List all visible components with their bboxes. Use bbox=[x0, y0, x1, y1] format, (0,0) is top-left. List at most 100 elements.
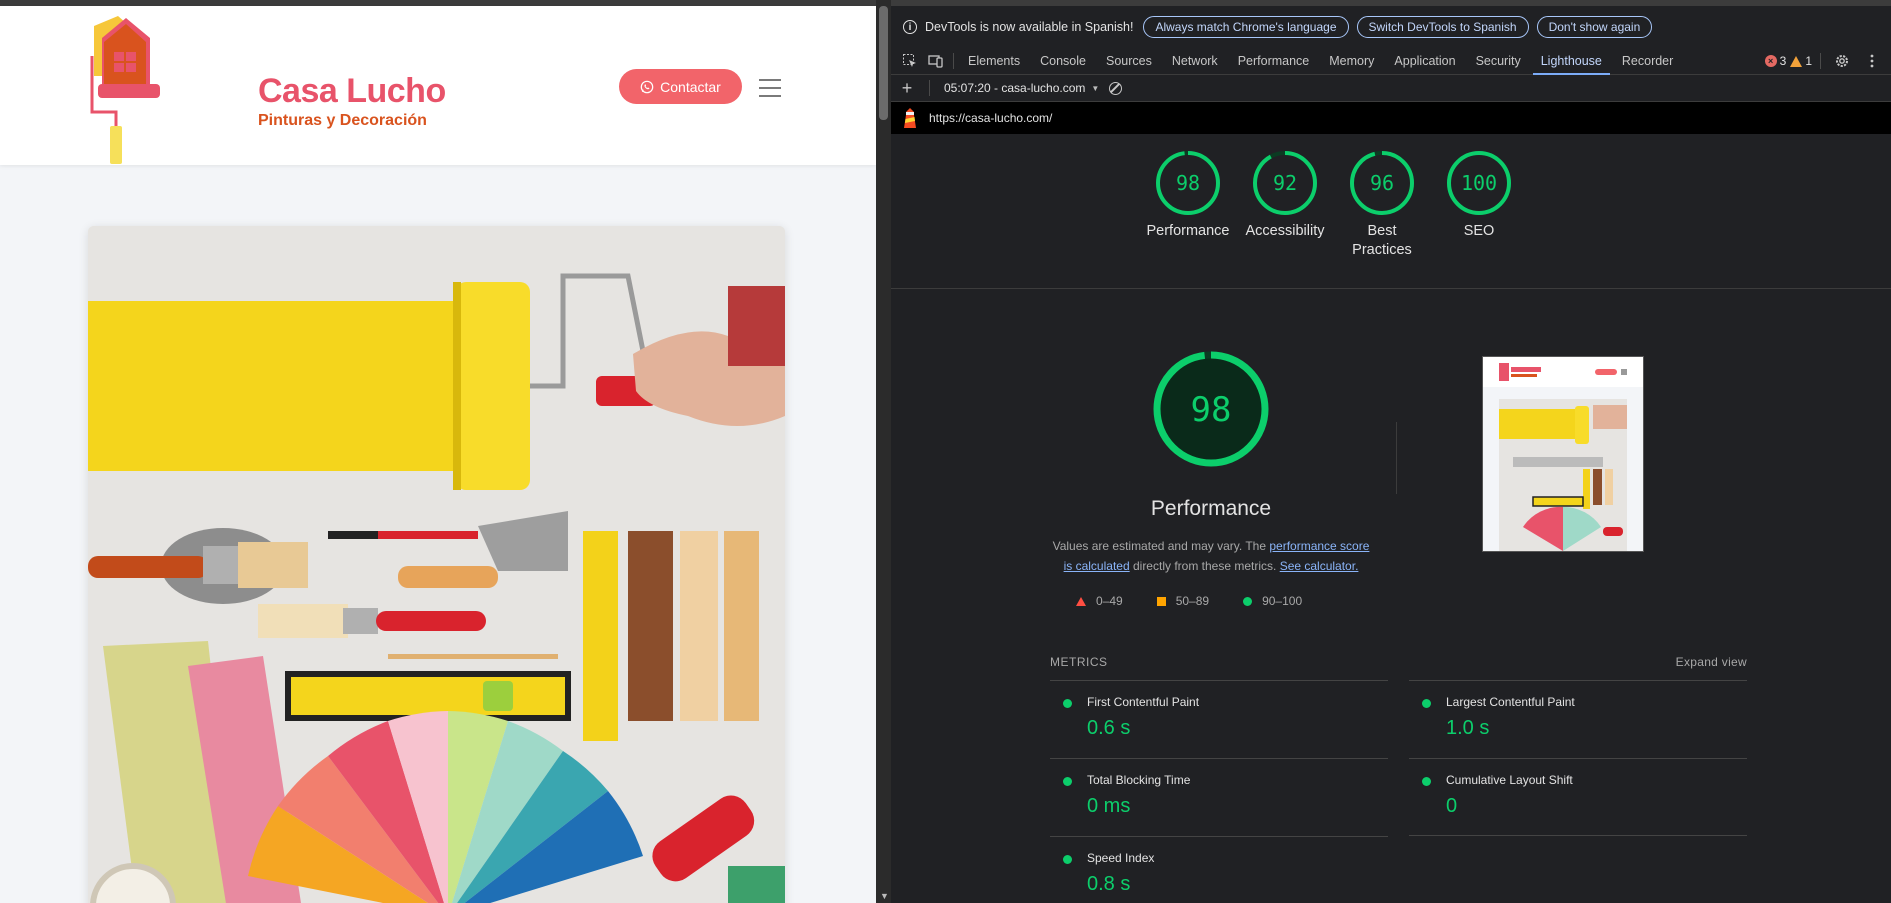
tab-network[interactable]: Network bbox=[1162, 48, 1228, 75]
metric-cls: Cumulative Layout Shift 0 bbox=[1409, 758, 1747, 836]
orange-square-icon bbox=[1156, 596, 1166, 606]
section-divider bbox=[891, 288, 1891, 289]
metric-name: Speed Index bbox=[1087, 851, 1155, 865]
report-select-value: 05:07:20 - casa-lucho.com bbox=[944, 81, 1086, 95]
site-header: Casa Lucho Pinturas y Decoración Contact… bbox=[0, 6, 876, 165]
gauge-score: 92 bbox=[1273, 171, 1297, 195]
lighthouse-url-bar: https://casa-lucho.com/ bbox=[891, 102, 1891, 134]
scrollbar-thumb[interactable] bbox=[879, 6, 888, 120]
whatsapp-icon bbox=[640, 80, 654, 93]
site-logo[interactable]: Casa Lucho Pinturas y Decoración bbox=[88, 16, 446, 166]
lighthouse-logo-icon bbox=[904, 108, 916, 128]
lighthouse-report: 98 Performance 92 Accessibility 96 Best bbox=[891, 134, 1891, 903]
metric-tbt: Total Blocking Time 0 ms bbox=[1050, 758, 1388, 836]
devtools-scrollbar[interactable] bbox=[1887, 102, 1891, 134]
legend-fail: 0–49 bbox=[1076, 594, 1123, 608]
menu-hamburger-icon[interactable] bbox=[759, 79, 781, 97]
tab-security[interactable]: Security bbox=[1466, 48, 1531, 75]
metric-name: Cumulative Layout Shift bbox=[1446, 773, 1573, 787]
legend-average: 50–89 bbox=[1156, 594, 1210, 608]
gauge-score: 96 bbox=[1370, 171, 1394, 195]
tab-memory[interactable]: Memory bbox=[1319, 48, 1384, 75]
warning-icon bbox=[1790, 55, 1803, 67]
devtools-panel: i DevTools is now available in Spanish! … bbox=[891, 0, 1891, 903]
new-report-plus-icon[interactable]: + bbox=[899, 78, 915, 99]
report-select-dropdown[interactable]: 05:07:20 - casa-lucho.com ▼ bbox=[944, 81, 1099, 95]
tab-console[interactable]: Console bbox=[1030, 48, 1096, 75]
legend-pass: 90–100 bbox=[1243, 594, 1302, 608]
vertical-divider bbox=[1396, 422, 1397, 494]
toolbar-separator bbox=[1820, 53, 1821, 69]
pass-dot-icon bbox=[1422, 777, 1431, 786]
switch-to-spanish-button[interactable]: Switch DevTools to Spanish bbox=[1356, 16, 1529, 38]
main-performance-gauge: 98 bbox=[1153, 351, 1269, 467]
gauge-label: Performance bbox=[1146, 223, 1230, 239]
audited-url[interactable]: https://casa-lucho.com/ bbox=[929, 111, 1052, 125]
performance-description: Values are estimated and may vary. The p… bbox=[1051, 536, 1371, 576]
website-viewport: Casa Lucho Pinturas y Decoración Contact… bbox=[0, 0, 876, 903]
tab-application[interactable]: Application bbox=[1384, 48, 1465, 75]
green-circle-icon bbox=[1243, 596, 1253, 606]
more-options-icon[interactable] bbox=[1859, 48, 1885, 74]
main-score: 98 bbox=[1191, 390, 1232, 430]
gauge-best-practices[interactable]: 96 Best Practices bbox=[1332, 150, 1432, 260]
expand-view-toggle[interactable]: Expand view bbox=[1676, 655, 1747, 669]
legend-fail-label: 0–49 bbox=[1096, 594, 1123, 608]
lighthouse-report-bar: + 05:07:20 - casa-lucho.com ▼ bbox=[891, 75, 1891, 102]
tab-sources[interactable]: Sources bbox=[1096, 48, 1162, 75]
legend-pass-label: 90–100 bbox=[1262, 594, 1303, 608]
error-icon: × bbox=[1764, 55, 1777, 67]
language-infobar: i DevTools is now available in Spanish! … bbox=[891, 6, 1891, 48]
gauge-accessibility[interactable]: 92 Accessibility bbox=[1235, 150, 1335, 241]
tab-performance[interactable]: Performance bbox=[1228, 48, 1320, 75]
inspect-element-icon[interactable] bbox=[897, 48, 923, 74]
score-gauges: 98 Performance 92 Accessibility 96 Best bbox=[891, 150, 1891, 280]
clear-reports-icon[interactable] bbox=[1109, 81, 1123, 95]
house-roller-logo-icon bbox=[90, 16, 160, 164]
error-badge[interactable]: × 3 bbox=[1764, 54, 1787, 68]
gauge-performance[interactable]: 98 Performance bbox=[1138, 150, 1238, 241]
scroll-down-arrow-icon[interactable]: ▼ bbox=[880, 891, 889, 901]
see-calculator-link[interactable]: See calculator. bbox=[1280, 559, 1359, 573]
score-legend: 0–49 50–89 90–100 bbox=[1076, 594, 1376, 608]
issue-badges[interactable]: × 3 1 bbox=[1764, 48, 1891, 74]
metrics-title: METRICS bbox=[1050, 655, 1108, 669]
gauge-ring: 98 bbox=[1156, 151, 1220, 215]
dont-show-again-button[interactable]: Don't show again bbox=[1536, 16, 1653, 38]
legend-average-label: 50–89 bbox=[1175, 594, 1210, 608]
metric-fcp: First Contentful Paint 0.6 s bbox=[1050, 680, 1388, 758]
metric-lcp: Largest Contentful Paint 1.0 s bbox=[1409, 680, 1747, 758]
gauge-ring: 92 bbox=[1253, 151, 1317, 215]
pass-dot-icon bbox=[1063, 777, 1072, 786]
metric-value: 0.6 s bbox=[1087, 717, 1131, 739]
gauge-score: 98 bbox=[1176, 171, 1200, 195]
infobar-text: DevTools is now available in Spanish! bbox=[925, 20, 1134, 34]
metrics-header: METRICS Expand view bbox=[1050, 655, 1747, 669]
tab-elements[interactable]: Elements bbox=[958, 48, 1030, 75]
painting-tools-illustration bbox=[88, 226, 785, 903]
warning-badge[interactable]: 1 bbox=[1790, 54, 1812, 68]
contact-button[interactable]: Contactar bbox=[619, 69, 742, 104]
logo-subtitle: Pinturas y Decoración bbox=[258, 112, 427, 129]
performance-heading: Performance bbox=[1150, 497, 1272, 520]
device-toolbar-icon[interactable] bbox=[923, 48, 949, 74]
gauge-seo[interactable]: 100 SEO bbox=[1429, 150, 1529, 241]
toolbar-separator bbox=[953, 53, 954, 69]
gauge-ring: 96 bbox=[1350, 151, 1414, 215]
match-chrome-language-button[interactable]: Always match Chrome's language bbox=[1143, 16, 1349, 38]
final-screenshot-thumbnail[interactable] bbox=[1482, 356, 1644, 552]
tab-lighthouse[interactable]: Lighthouse bbox=[1531, 48, 1612, 75]
metric-value: 1.0 s bbox=[1446, 717, 1490, 739]
error-count: 3 bbox=[1779, 54, 1787, 68]
website-scrollbar[interactable]: ▼ bbox=[876, 0, 891, 903]
warning-count: 1 bbox=[1805, 54, 1812, 68]
tab-recorder[interactable]: Recorder bbox=[1612, 48, 1683, 75]
metric-speed-index: Speed Index 0.8 s bbox=[1050, 836, 1388, 903]
metric-name: Largest Contentful Paint bbox=[1446, 695, 1575, 709]
page-screenshot-image bbox=[1483, 357, 1643, 551]
settings-gear-icon[interactable] bbox=[1829, 48, 1855, 74]
logo-title: Casa Lucho bbox=[258, 72, 446, 110]
pass-dot-icon bbox=[1063, 855, 1072, 864]
metric-value: 0.8 s bbox=[1087, 873, 1131, 895]
pass-dot-icon bbox=[1063, 699, 1072, 708]
